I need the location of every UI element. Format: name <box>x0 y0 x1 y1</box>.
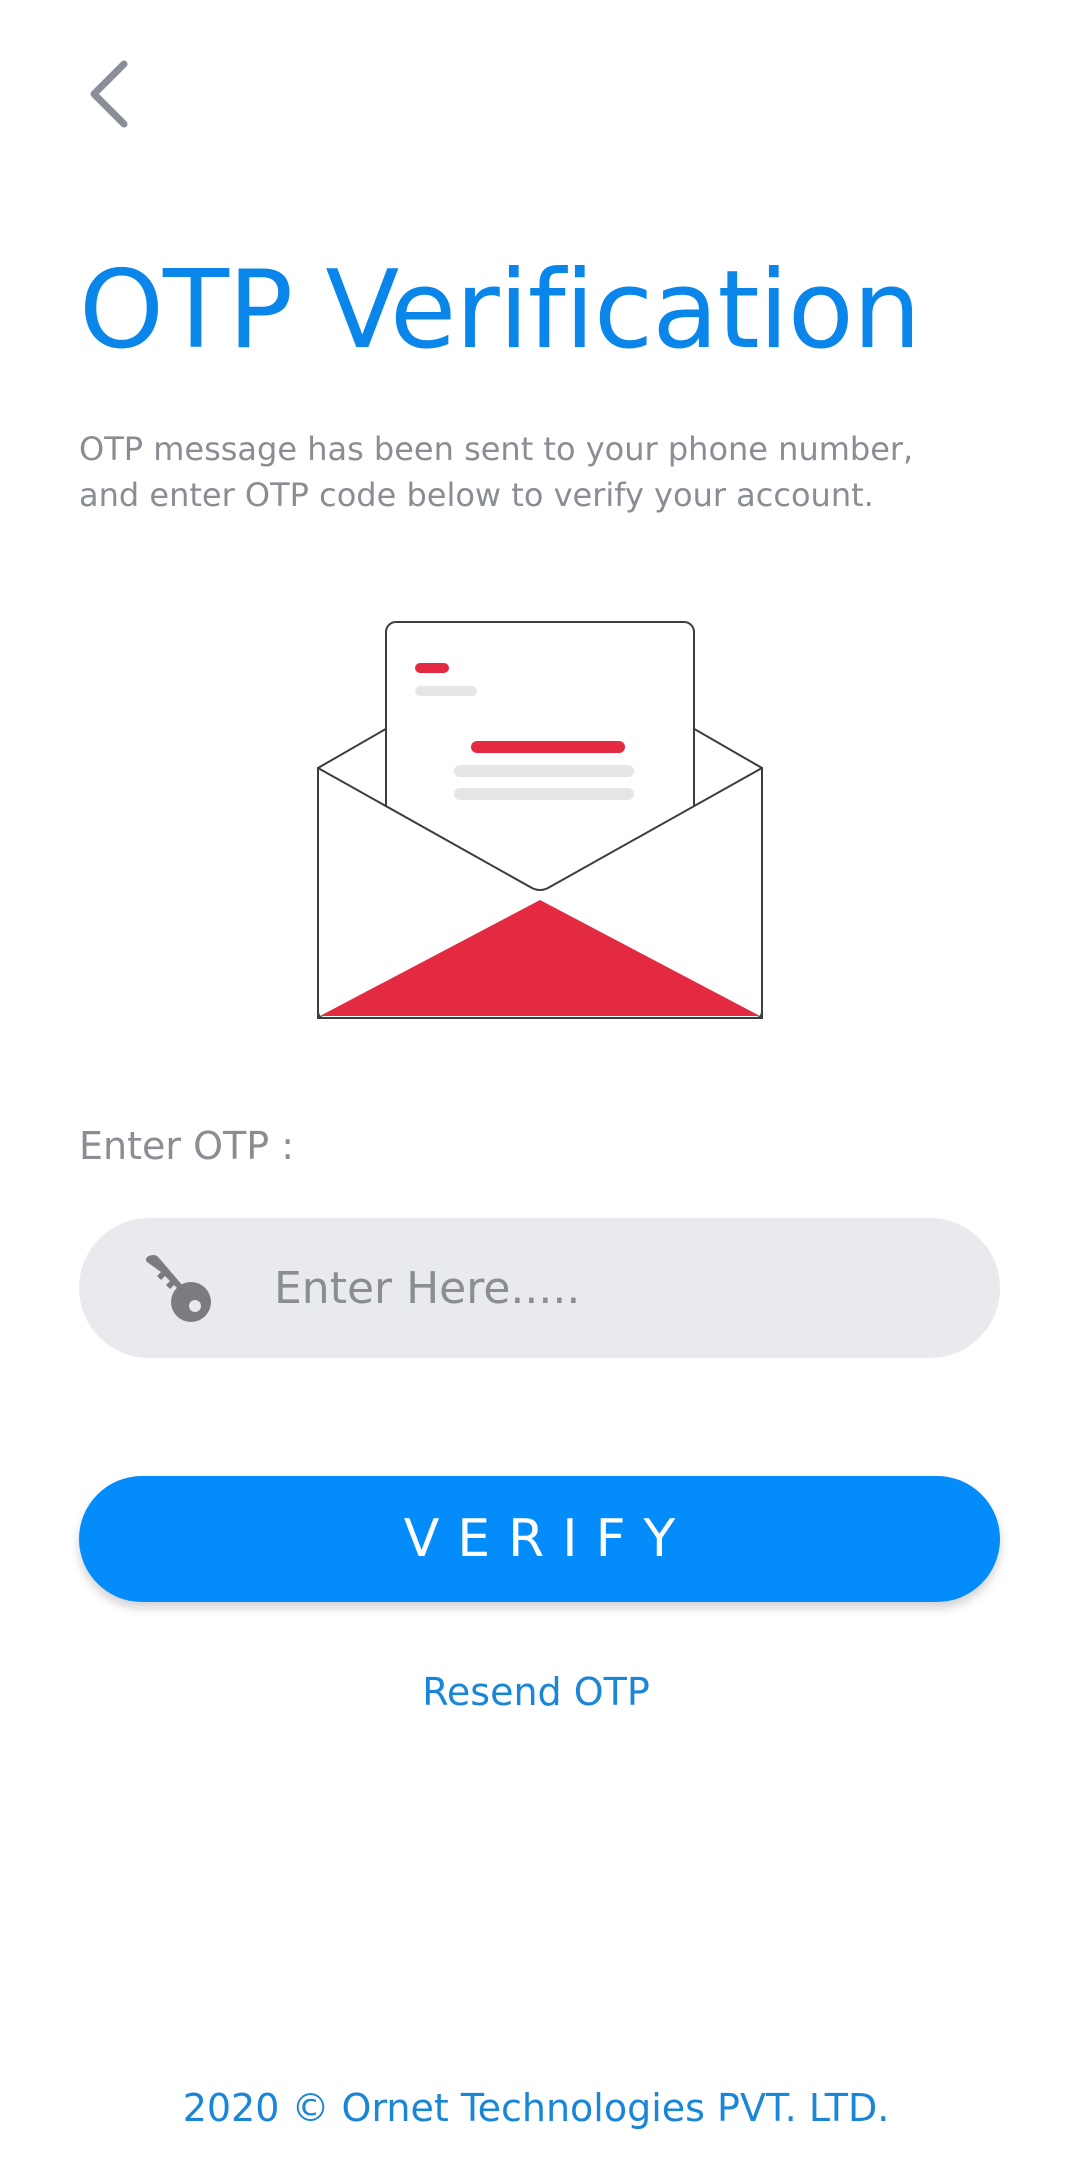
envelope-illustration <box>314 620 766 1020</box>
resend-otp-link[interactable]: Resend OTP <box>0 1664 1072 1720</box>
back-button[interactable] <box>78 56 142 132</box>
otp-field[interactable] <box>79 1218 1000 1358</box>
instruction-text: OTP message has been sent to your phone … <box>79 430 914 514</box>
chevron-left-icon <box>90 60 128 128</box>
page-title: OTP Verification <box>79 248 921 373</box>
otp-input[interactable] <box>274 1218 954 1358</box>
footer-copyright: 2020 © Ornet Technologies PVT. LTD. <box>182 2086 890 2130</box>
key-icon <box>145 1254 211 1322</box>
verify-button[interactable]: VERIFY <box>79 1476 1000 1602</box>
otp-label: Enter OTP : <box>79 1124 294 1168</box>
